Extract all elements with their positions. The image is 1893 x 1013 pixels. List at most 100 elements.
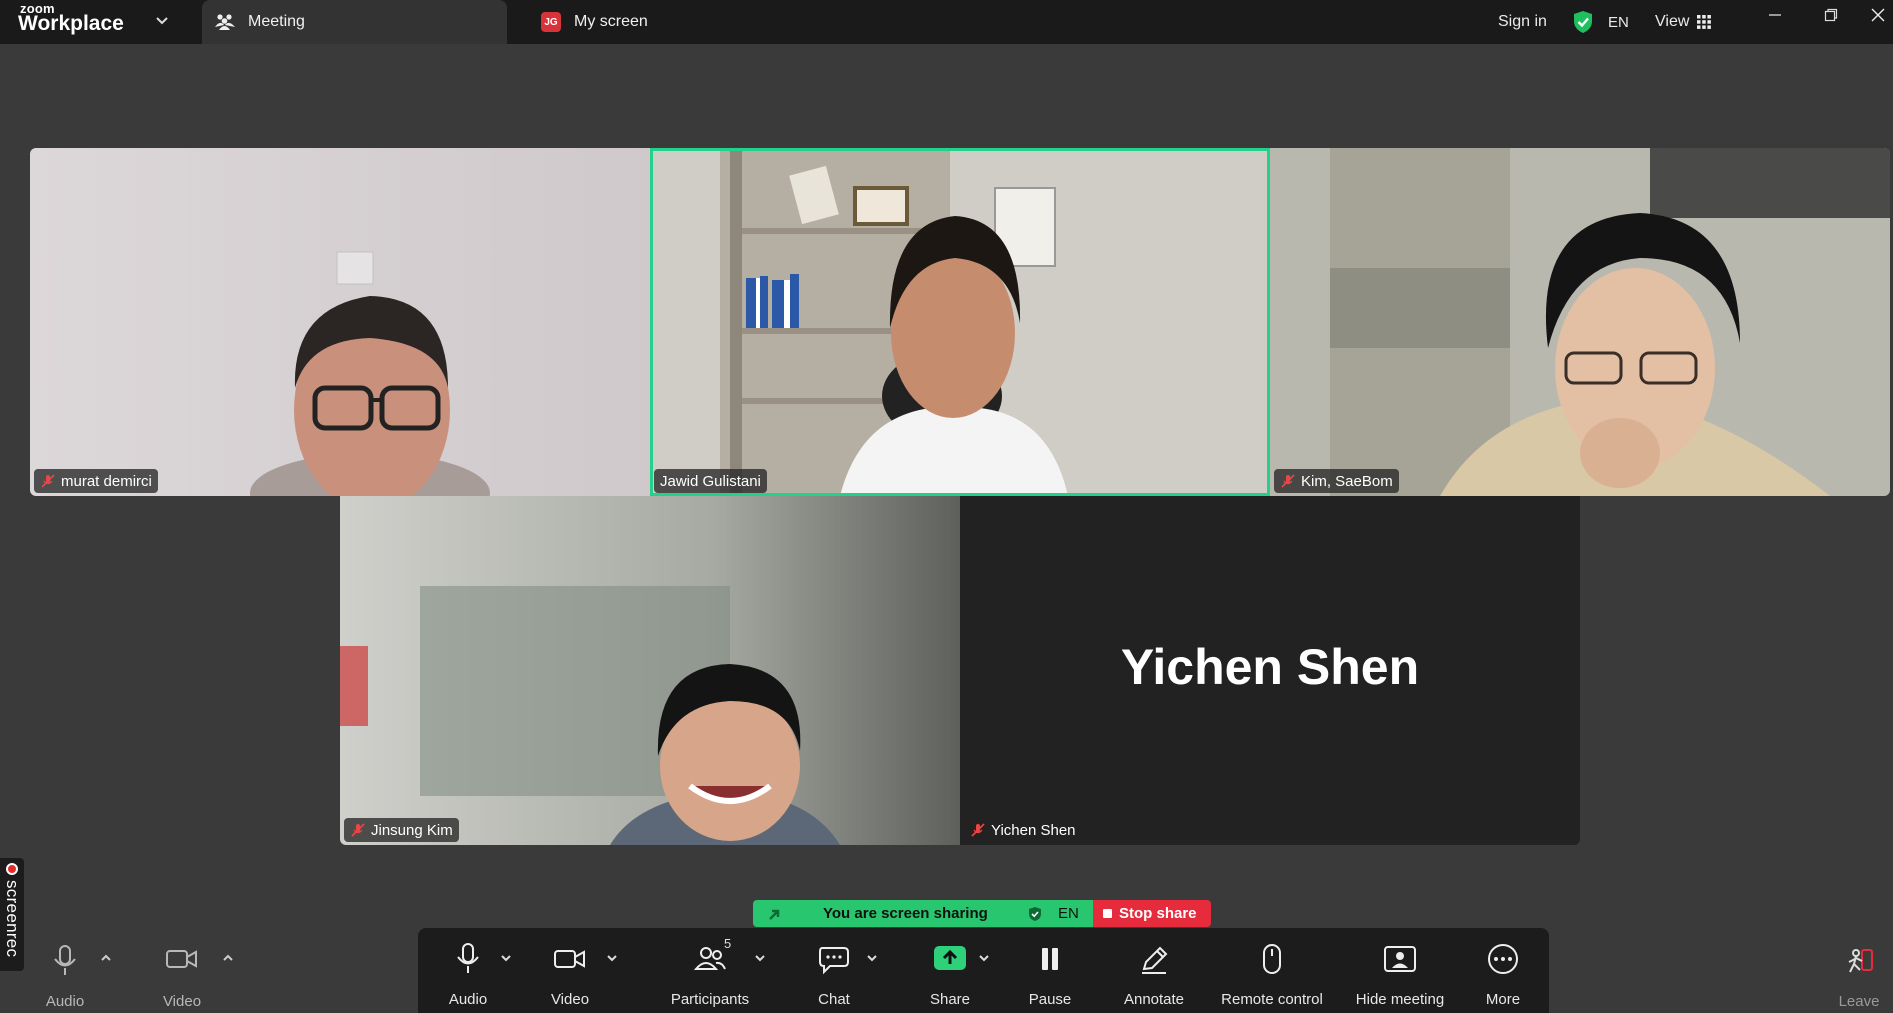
- meeting-toolbar: Audio Video 5 Participants Chat Share Pa…: [418, 928, 1549, 1013]
- name-tag: Jawid Gulistani: [654, 469, 767, 493]
- chevron-down-icon[interactable]: [864, 950, 880, 966]
- chevron-up-icon[interactable]: [220, 950, 236, 966]
- view-label: View: [1655, 13, 1690, 30]
- minimize-icon[interactable]: [1752, 0, 1798, 30]
- left-audio-button[interactable]: Audio: [40, 940, 90, 1010]
- participants-label: Participants: [670, 991, 750, 1008]
- video-camera-icon: [554, 950, 585, 968]
- video-off-name: Yichen Shen: [1120, 639, 1420, 695]
- leave-button[interactable]: Leave: [1834, 940, 1884, 1010]
- participant-name: Kim, SaeBom: [1301, 472, 1393, 490]
- mic-muted-icon: [41, 474, 55, 488]
- chevron-down-icon[interactable]: [152, 11, 172, 31]
- chevron-down-icon[interactable]: [976, 950, 992, 966]
- remote-control-label: Remote control: [1221, 991, 1323, 1008]
- chat-button[interactable]: Chat: [804, 928, 864, 1013]
- chevron-down-icon[interactable]: [498, 950, 514, 966]
- hide-meeting-icon: [1384, 946, 1416, 972]
- participants-count: 5: [724, 936, 732, 951]
- stop-square-icon: [1103, 909, 1112, 918]
- tab-my-screen-label: My screen: [574, 13, 648, 30]
- chevron-down-icon[interactable]: [752, 950, 768, 966]
- annotate-button[interactable]: Annotate: [1114, 928, 1194, 1013]
- microphone-icon: [54, 945, 76, 975]
- grid-icon: [1697, 15, 1712, 29]
- more-dots-icon: [1488, 944, 1518, 974]
- sharing-message: You are screen sharing: [823, 905, 988, 922]
- video-button[interactable]: Video: [540, 928, 600, 1013]
- chevron-down-icon[interactable]: [604, 950, 620, 966]
- tab-my-screen[interactable]: JG My screen: [540, 0, 648, 44]
- participant-video-kim-saebom: [1270, 148, 1890, 496]
- video-tile-jawid-gulistani[interactable]: Jawid Gulistani: [650, 148, 1270, 496]
- screen-share-banner: You are screen sharing EN Stop share: [753, 900, 1211, 927]
- name-tag: Yichen Shen: [964, 818, 1082, 842]
- shield-check-icon: [1029, 907, 1041, 921]
- view-menu-button[interactable]: View: [1655, 0, 1712, 44]
- mic-muted-icon: [971, 823, 985, 837]
- video-label: Video: [550, 991, 590, 1008]
- participant-name: Yichen Shen: [991, 821, 1076, 839]
- stop-share-button[interactable]: Stop share: [1093, 900, 1211, 927]
- sharing-status[interactable]: You are screen sharing EN: [753, 900, 1093, 927]
- pause-icon: [1042, 948, 1058, 970]
- hide-meeting-button[interactable]: Hide meeting: [1334, 928, 1466, 1013]
- chat-label: Chat: [818, 991, 850, 1008]
- video-tile-yichen-shen[interactable]: Yichen Shen Yichen Shen: [960, 496, 1580, 845]
- more-button[interactable]: More: [1470, 928, 1536, 1013]
- video-tile-murat-demirci[interactable]: murat demirci: [30, 148, 650, 496]
- left-video-button[interactable]: Video: [158, 940, 206, 1010]
- title-bar: zoom Workplace Meeting JG My screen Sign…: [0, 0, 1893, 44]
- remote-control-button[interactable]: Remote control: [1210, 928, 1334, 1013]
- participants-icon: [693, 947, 726, 970]
- audio-button[interactable]: Audio: [438, 928, 498, 1013]
- record-dot-icon: [6, 863, 18, 875]
- pencil-icon: [1142, 946, 1168, 974]
- language-indicator[interactable]: EN: [1608, 0, 1629, 44]
- restore-icon[interactable]: [1808, 0, 1854, 30]
- share-button[interactable]: Share: [920, 928, 980, 1013]
- share-label: Share: [929, 991, 971, 1008]
- chat-bubble-icon: [819, 947, 849, 975]
- participant-name: murat demirci: [61, 472, 152, 490]
- video-tile-kim-saebom[interactable]: Kim, SaeBom: [1270, 148, 1890, 496]
- name-tag: Jinsung Kim: [344, 818, 459, 842]
- video-tile-jinsung-kim[interactable]: Jinsung Kim: [340, 496, 960, 845]
- sharing-language: EN: [1058, 905, 1079, 922]
- leave-door-icon: [1848, 949, 1873, 973]
- left-video-label: Video: [162, 993, 202, 1010]
- share-screen-icon: [934, 946, 966, 970]
- leave-label: Leave: [1838, 993, 1880, 1010]
- screenrec-side-tab[interactable]: screenrec: [0, 858, 24, 971]
- meeting-people-icon: [214, 11, 236, 33]
- pause-label: Pause: [1028, 991, 1072, 1008]
- close-icon[interactable]: [1862, 0, 1893, 30]
- mic-muted-icon: [351, 823, 365, 837]
- share-arrow-icon: [769, 909, 780, 920]
- microphone-icon: [457, 943, 479, 973]
- pause-share-button[interactable]: Pause: [1020, 928, 1080, 1013]
- video-camera-icon: [166, 950, 197, 968]
- shield-check-icon[interactable]: [1572, 0, 1594, 44]
- mouse-icon: [1263, 944, 1281, 974]
- screenrec-label: screenrec: [3, 880, 22, 958]
- left-audio-label: Audio: [45, 993, 85, 1010]
- brand-bottom: Workplace: [18, 12, 124, 35]
- participant-video-murat-demirci: [30, 148, 650, 496]
- participants-button[interactable]: 5 Participants: [660, 928, 760, 1013]
- name-tag: Kim, SaeBom: [1274, 469, 1399, 493]
- annotate-label: Annotate: [1123, 991, 1185, 1008]
- name-tag: murat demirci: [34, 469, 158, 493]
- chevron-up-icon[interactable]: [98, 950, 114, 966]
- tab-meeting-label: Meeting: [248, 13, 305, 30]
- participant-video-jawid-gulistani: [650, 148, 1270, 496]
- participant-name: Jawid Gulistani: [660, 472, 761, 490]
- sign-in-link[interactable]: Sign in: [1498, 0, 1547, 44]
- participant-name: Jinsung Kim: [371, 821, 453, 839]
- stop-share-label: Stop share: [1119, 905, 1197, 922]
- mic-muted-icon: [1281, 474, 1295, 488]
- more-label: More: [1485, 991, 1521, 1008]
- hide-meeting-label: Hide meeting: [1355, 991, 1445, 1008]
- tab-meeting[interactable]: Meeting: [202, 0, 507, 44]
- participant-video-jinsung-kim: [340, 496, 960, 845]
